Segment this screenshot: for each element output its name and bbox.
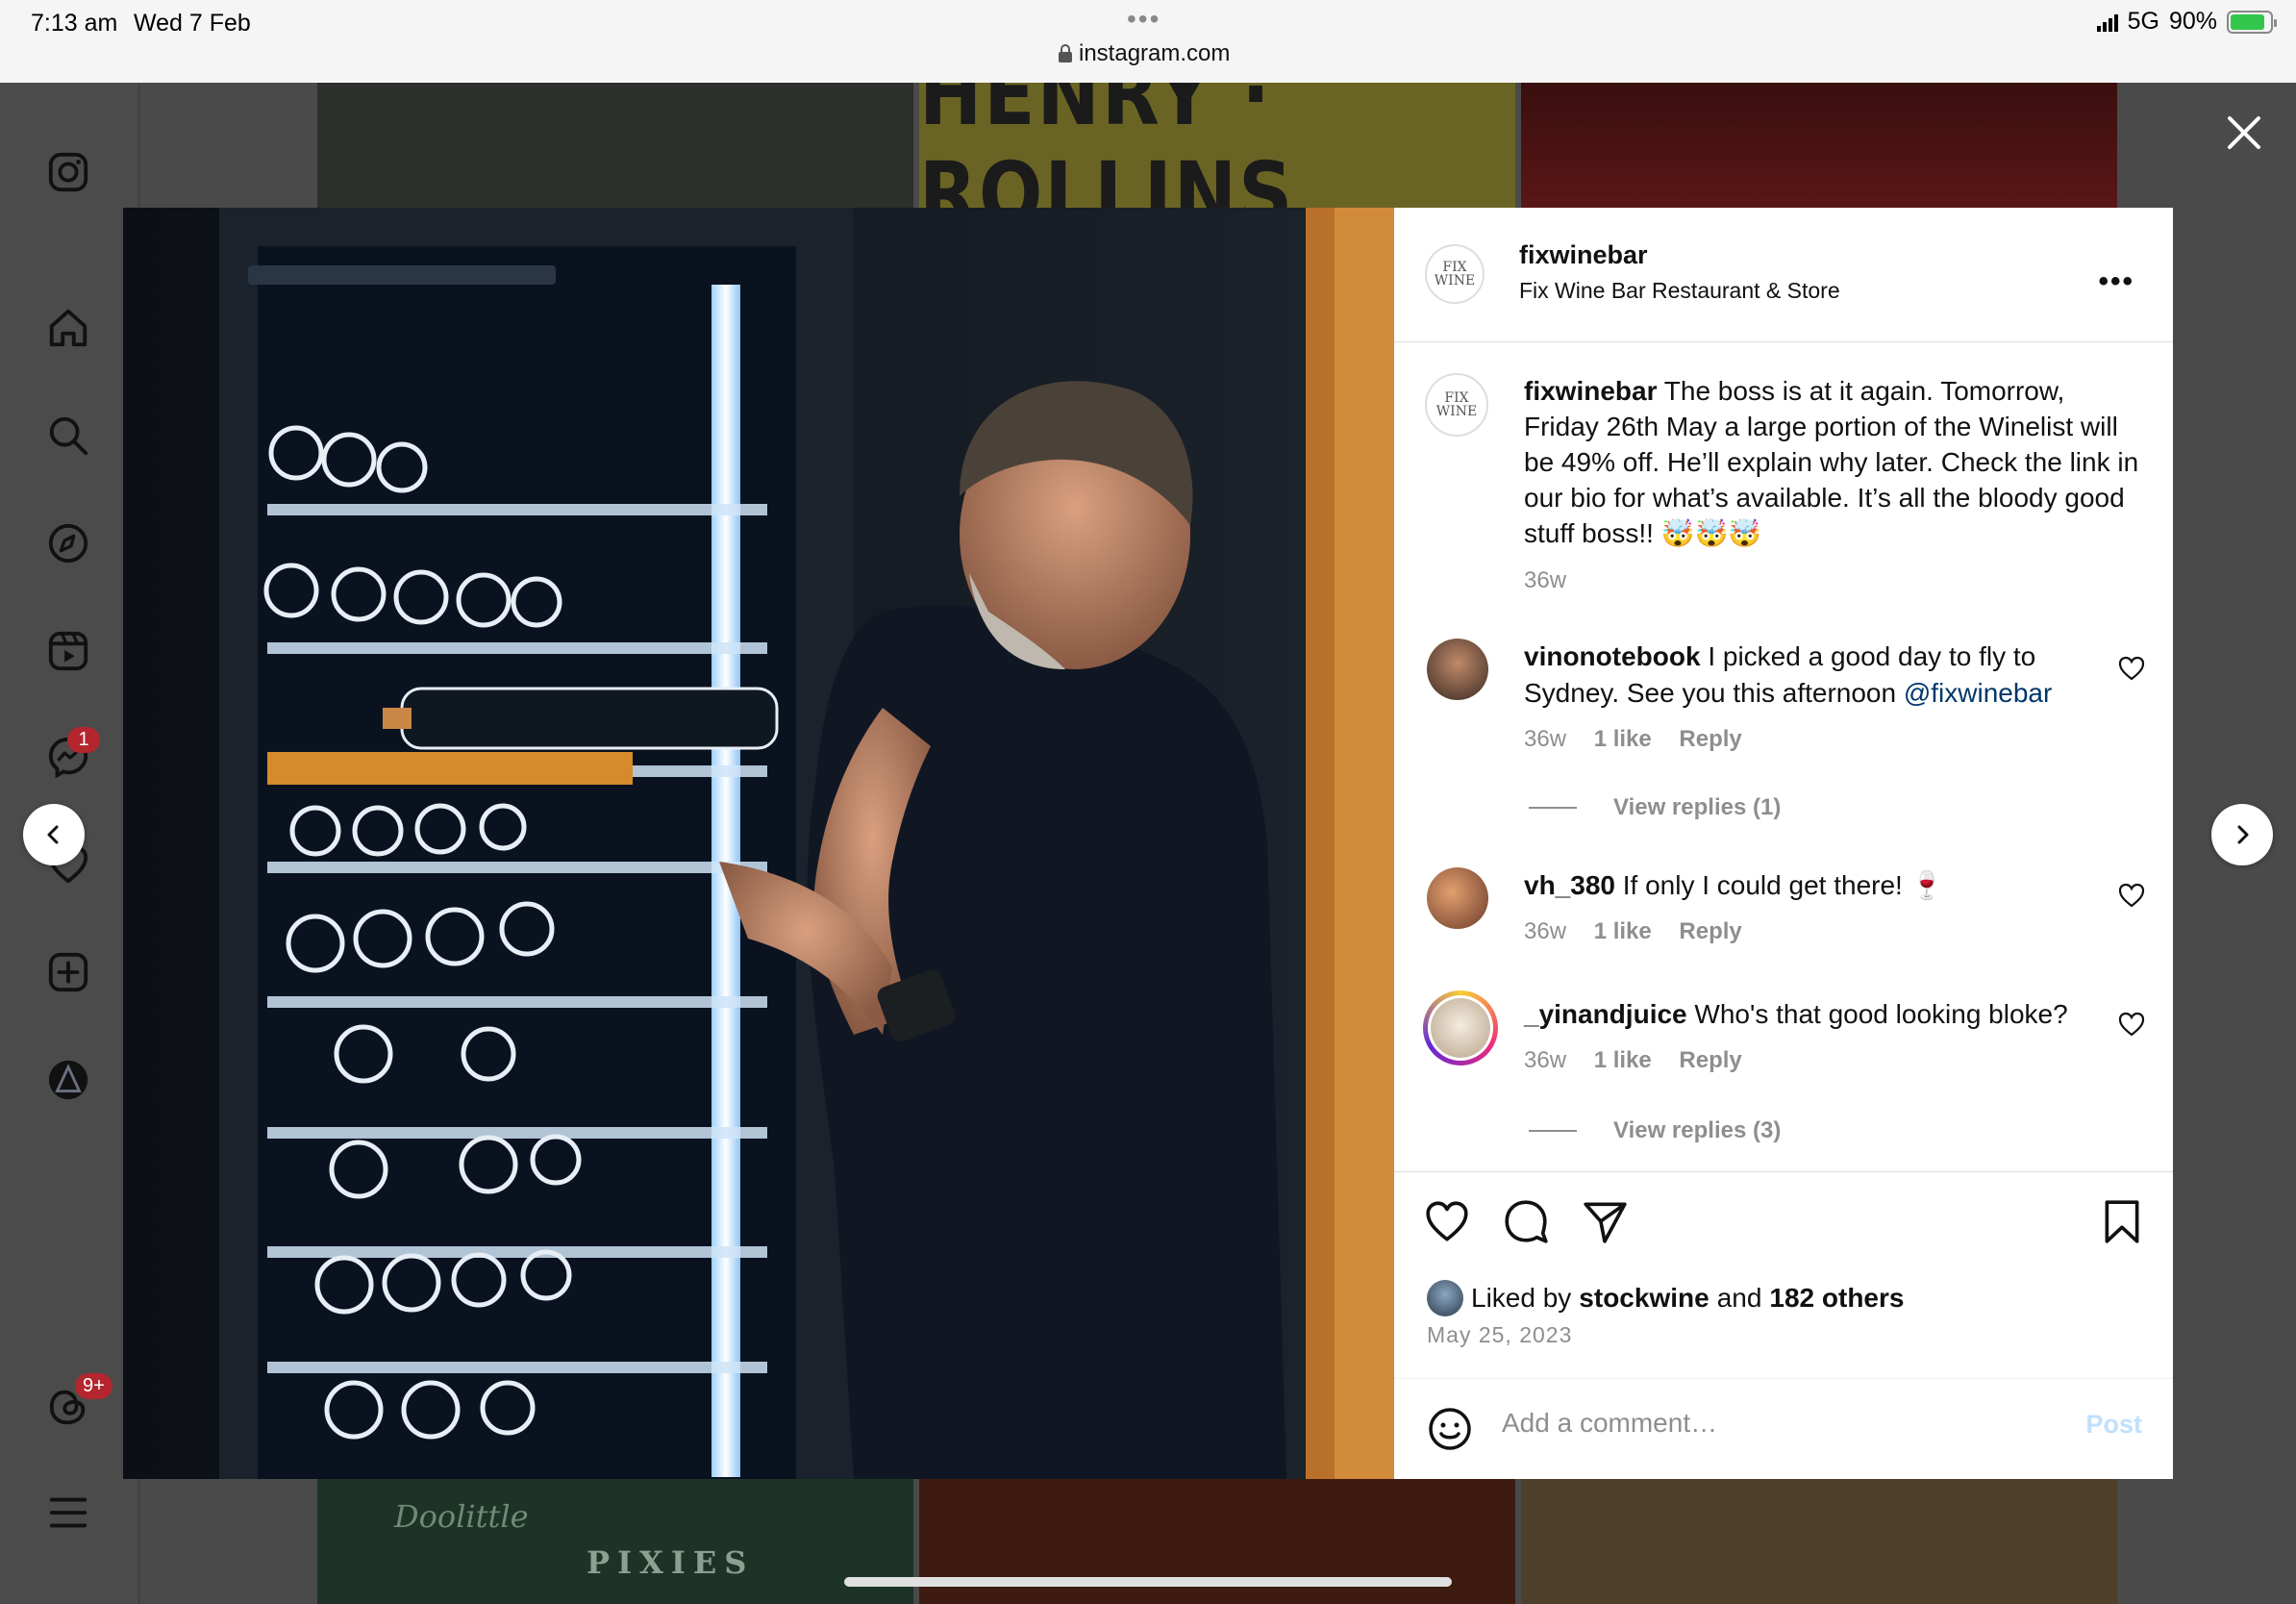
post-author-username[interactable]: fixwinebar: [1519, 240, 1840, 270]
menu-icon[interactable]: [44, 1489, 92, 1537]
chevron-right-icon: [2237, 825, 2249, 844]
pixies-text: PIXIES: [586, 1544, 755, 1581]
caption-avatar[interactable]: FIX WINE: [1425, 373, 1488, 437]
comment-item: vh_380 If only I could get there! 🍷 36w …: [1524, 867, 2091, 950]
grid-thumbnail[interactable]: [1521, 83, 2117, 208]
like-heart-icon[interactable]: [1423, 1197, 1471, 1245]
comment-mention[interactable]: @fixwinebar: [1904, 678, 2052, 708]
view-replies-button[interactable]: View replies (1): [1529, 794, 1781, 821]
liked-by-user[interactable]: stockwine: [1579, 1283, 1709, 1314]
comment-item: _yinandjuice Who's that good looking blo…: [1524, 996, 2091, 1079]
instagram-logo-icon[interactable]: [44, 148, 92, 196]
comment-body: Who's that good looking bloke?: [1694, 999, 2068, 1029]
more-options-icon[interactable]: •••: [2098, 265, 2134, 298]
avatar-logo-text: FIX WINE: [1434, 260, 1476, 288]
comment-username[interactable]: _yinandjuice: [1524, 999, 1687, 1029]
save-bookmark-icon[interactable]: [2098, 1197, 2146, 1245]
next-post-button[interactable]: [2211, 804, 2273, 865]
grid-thumbnail[interactable]: [317, 83, 913, 208]
grid-thumbnail-pixies[interactable]: Doolittle PIXIES: [317, 1479, 913, 1604]
liked-by: Liked by stockwine and 182 others: [1427, 1280, 1904, 1316]
post-location[interactable]: Fix Wine Bar Restaurant & Store: [1519, 278, 1840, 304]
comment-avatar[interactable]: [1427, 867, 1488, 929]
comment-input[interactable]: [1502, 1408, 2040, 1439]
post-photo[interactable]: [123, 208, 1394, 1479]
comment-time: 36w: [1524, 918, 1567, 944]
comment-likes[interactable]: 1 like: [1594, 726, 1652, 752]
caption-avatar-text: FIX WINE: [1435, 390, 1478, 419]
post-caption: fixwinebar The boss is at it again. Tomo…: [1524, 373, 2139, 598]
profile-icon[interactable]: [44, 1056, 92, 1104]
wine-fridge-photo: [123, 208, 1394, 1479]
comment-item: vinonotebook I picked a good day to fly …: [1524, 639, 2091, 758]
grid-thumbnail-henry-rollins[interactable]: HENRY · ROLLINS: [919, 83, 1515, 208]
messenger-badge: 1: [67, 727, 100, 753]
url-bar[interactable]: instagram.com: [1058, 40, 1230, 67]
comment-likes[interactable]: 1 like: [1594, 918, 1652, 944]
post-author-avatar[interactable]: FIX WINE: [1425, 244, 1485, 304]
emoji-icon[interactable]: [1427, 1406, 1473, 1452]
signal-icon: [2096, 13, 2118, 32]
liked-by-prefix: Liked by: [1471, 1283, 1572, 1313]
status-bar: 7:13 am Wed 7 Feb ••• instagram.com 5G 9…: [0, 0, 2296, 83]
comment-bubble-icon[interactable]: [1502, 1197, 1550, 1245]
doolittle-text: Doolittle: [394, 1498, 529, 1535]
post-header: FIX WINE fixwinebar Fix Wine Bar Restaur…: [1394, 208, 2173, 342]
comment-username[interactable]: vh_380: [1524, 870, 1615, 900]
battery-icon: [2227, 10, 2277, 34]
comment-like-heart-icon[interactable]: [2117, 1010, 2146, 1039]
status-time: 7:13 am: [31, 10, 118, 37]
post-panel: FIX WINE fixwinebar Fix Wine Bar Restaur…: [1394, 208, 2173, 1479]
chevron-left-icon: [47, 825, 59, 844]
reply-button[interactable]: Reply: [1679, 1047, 1741, 1073]
caption-username[interactable]: fixwinebar: [1524, 376, 1657, 406]
comment-avatar-story-ring[interactable]: [1423, 990, 1498, 1065]
liked-by-others[interactable]: 182 others: [1769, 1283, 1904, 1314]
url-text: instagram.com: [1079, 40, 1231, 66]
comment-avatar[interactable]: [1427, 639, 1488, 700]
post-actions: Liked by stockwine and 182 others May 25…: [1394, 1171, 2173, 1378]
threads-badge: 9+: [75, 1373, 112, 1399]
comment-username[interactable]: vinonotebook: [1524, 641, 1701, 671]
comment-time: 36w: [1524, 726, 1567, 752]
create-icon[interactable]: [44, 948, 92, 996]
close-icon[interactable]: [2225, 113, 2263, 152]
status-date: Wed 7 Feb: [134, 10, 251, 37]
post-comment-button[interactable]: Post: [2085, 1410, 2142, 1440]
search-icon[interactable]: [44, 412, 92, 460]
comment-body: If only I could get there! 🍷: [1622, 870, 1944, 900]
network-label: 5G: [2127, 8, 2159, 35]
browser-more-dots-icon[interactable]: •••: [1127, 4, 1160, 35]
battery-label: 90%: [2168, 8, 2217, 35]
previous-post-button[interactable]: [23, 804, 85, 865]
comment-like-heart-icon[interactable]: [2117, 654, 2146, 683]
view-replies-button[interactable]: View replies (3): [1529, 1117, 1781, 1144]
home-icon[interactable]: [44, 304, 92, 352]
lock-icon: [1059, 44, 1072, 63]
share-send-icon[interactable]: [1581, 1197, 1629, 1245]
grid-thumbnail[interactable]: [1521, 1479, 2117, 1604]
liked-by-and: and: [1716, 1283, 1762, 1313]
explore-icon[interactable]: [44, 519, 92, 567]
caption-time: 36w: [1524, 567, 1567, 593]
home-indicator[interactable]: [844, 1577, 1452, 1587]
post-author-info: fixwinebar Fix Wine Bar Restaurant & Sto…: [1519, 240, 1840, 304]
comment-bar: Post: [1394, 1378, 2173, 1479]
status-right: 5G 90%: [2096, 8, 2277, 36]
liked-by-avatar[interactable]: [1427, 1280, 1463, 1316]
comment-likes[interactable]: 1 like: [1594, 1047, 1652, 1073]
comment-time: 36w: [1524, 1047, 1567, 1073]
comment-like-heart-icon[interactable]: [2117, 881, 2146, 910]
reply-button[interactable]: Reply: [1679, 726, 1741, 752]
post-date: May 25, 2023: [1427, 1322, 1573, 1347]
reels-icon[interactable]: [44, 627, 92, 675]
reply-button[interactable]: Reply: [1679, 918, 1741, 944]
henry-rollins-text: HENRY · ROLLINS: [919, 83, 1295, 208]
